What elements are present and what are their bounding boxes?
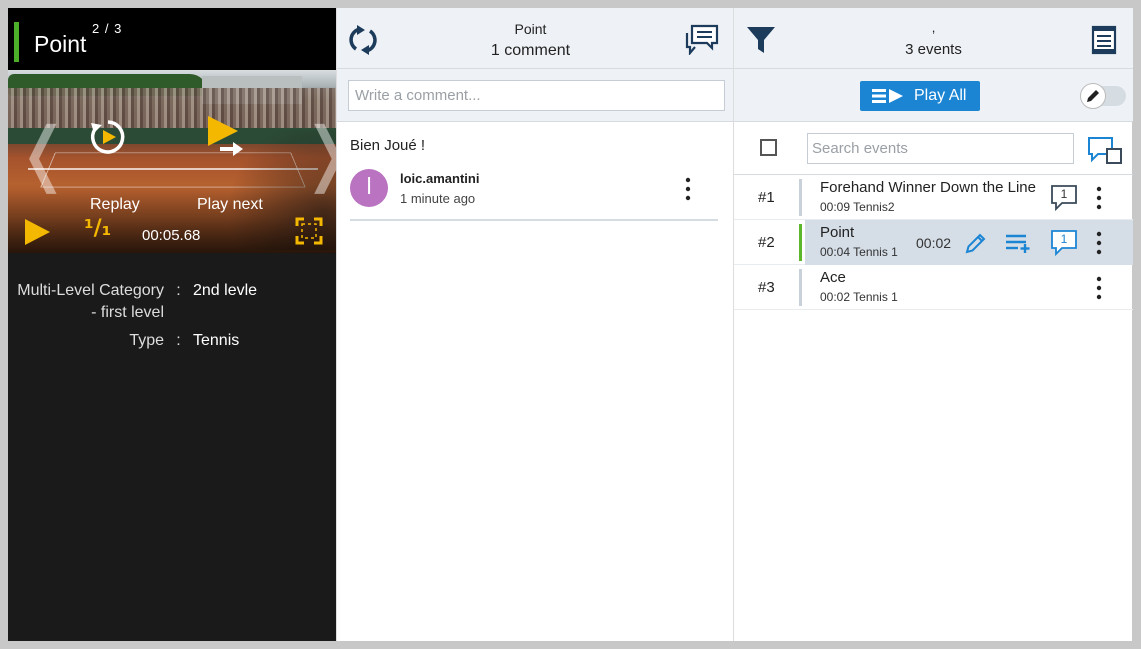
video-player[interactable]: ❬ ❭ Replay Play next ¹/₁ 00:05.68 bbox=[8, 70, 336, 253]
filter-summary: , bbox=[931, 20, 936, 35]
events-header: , 3 events bbox=[734, 8, 1133, 69]
metadata-key: Type bbox=[129, 332, 164, 349]
search-zone bbox=[734, 122, 1133, 175]
metadata-row: Type : Tennis bbox=[8, 330, 336, 352]
more-icon[interactable] bbox=[1092, 230, 1106, 256]
event-color-bar bbox=[799, 179, 802, 216]
player-panel: Point 2 / 3 ❬ ❭ Replay Play next ¹/₁ 00:… bbox=[8, 8, 336, 641]
comments-event-title: Point bbox=[514, 21, 547, 37]
comments-header: Point 1 comment bbox=[337, 8, 734, 69]
event-color-bar bbox=[799, 269, 802, 306]
avatar: l bbox=[350, 169, 388, 207]
metadata-value: Tennis bbox=[193, 332, 240, 349]
comments-count: 1 comment bbox=[490, 42, 571, 59]
event-duration: 00:02 bbox=[916, 235, 952, 251]
select-all-checkbox[interactable] bbox=[760, 139, 777, 156]
event-body[interactable]: Forehand Winner Down the Line 00:09 Tenn… bbox=[805, 175, 1133, 220]
comment-text: Bien Joué ! bbox=[350, 137, 426, 154]
event-title: Point bbox=[34, 31, 87, 57]
replay-icon[interactable] bbox=[88, 117, 128, 157]
event-number: #1 bbox=[758, 189, 775, 206]
fullscreen-icon[interactable] bbox=[295, 217, 323, 245]
more-icon[interactable] bbox=[1092, 275, 1106, 301]
multi-comment-icon[interactable] bbox=[1086, 135, 1124, 167]
event-row[interactable]: #2 Point 00:04 Tennis 1 00:02 1 bbox=[734, 220, 1133, 265]
comment-icon[interactable] bbox=[1050, 229, 1078, 257]
comment-input-zone bbox=[337, 69, 734, 122]
play-next-label[interactable]: Play next bbox=[197, 196, 263, 214]
playback-speed[interactable]: ¹/₁ bbox=[84, 216, 111, 241]
more-icon[interactable] bbox=[1092, 185, 1106, 211]
add-to-list-icon[interactable] bbox=[1005, 232, 1031, 254]
play-all-button[interactable]: Play All bbox=[860, 81, 980, 111]
category-color-bar bbox=[14, 22, 19, 62]
events-panel: , 3 events Play All Search events #1 For… bbox=[733, 8, 1133, 641]
list-icon[interactable] bbox=[1091, 25, 1117, 55]
play-all-label: Play All bbox=[914, 87, 967, 104]
event-row[interactable]: #3 Ace 00:02 Tennis 1 bbox=[734, 265, 1133, 310]
edit-icon[interactable] bbox=[964, 231, 988, 255]
comments-icon[interactable] bbox=[684, 23, 720, 55]
more-icon[interactable] bbox=[680, 176, 696, 202]
replay-label[interactable]: Replay bbox=[90, 196, 140, 214]
previous-event-arrow-icon[interactable]: ❬ bbox=[14, 118, 73, 188]
play-icon[interactable] bbox=[22, 217, 52, 247]
event-title: Point bbox=[820, 224, 855, 241]
toggle-knob bbox=[1080, 83, 1106, 109]
player-header: Point 2 / 3 bbox=[8, 8, 336, 70]
event-body[interactable]: Ace 00:02 Tennis 1 bbox=[805, 265, 1133, 310]
metadata-row: Multi-Level Category - first level : 2nd… bbox=[8, 280, 336, 324]
event-counter: 2 / 3 bbox=[92, 21, 123, 36]
events-count: 3 events bbox=[905, 41, 962, 58]
pencil-icon bbox=[1087, 90, 1099, 102]
comments-panel: Point 1 comment Bien Joué ! l loic.amant… bbox=[336, 8, 734, 641]
metadata-value: 2nd levle bbox=[193, 282, 258, 299]
event-title: Forehand Winner Down the Line bbox=[820, 179, 1036, 196]
event-body[interactable]: Point 00:04 Tennis 1 00:02 1 bbox=[805, 220, 1133, 265]
comment-input[interactable] bbox=[348, 80, 725, 111]
event-number: #3 bbox=[758, 279, 775, 296]
play-next-icon[interactable] bbox=[206, 114, 246, 160]
comment-icon[interactable] bbox=[1050, 184, 1078, 212]
comment-author: loic.amantini bbox=[400, 171, 480, 186]
current-time: 00:05.68 bbox=[142, 227, 201, 244]
metadata-separator: : bbox=[176, 332, 181, 349]
edit-mode-toggle[interactable] bbox=[1080, 83, 1126, 109]
search-input[interactable] bbox=[807, 133, 1074, 164]
event-time-and-type: 00:09 Tennis2 bbox=[820, 200, 895, 214]
comment-divider bbox=[350, 219, 718, 221]
event-title: Ace bbox=[820, 269, 846, 286]
play-all-zone: Play All bbox=[734, 69, 1133, 122]
playlist-play-icon bbox=[872, 89, 903, 103]
event-color-bar bbox=[799, 224, 802, 261]
event-time-and-type: 00:02 Tennis 1 bbox=[820, 290, 898, 304]
comment-timestamp: 1 minute ago bbox=[400, 191, 476, 206]
event-row[interactable]: #1 Forehand Winner Down the Line 00:09 T… bbox=[734, 175, 1133, 220]
metadata-separator: : bbox=[176, 282, 181, 299]
metadata-key: Multi-Level Category - first level bbox=[17, 282, 164, 321]
next-event-arrow-icon[interactable]: ❭ bbox=[298, 118, 336, 188]
event-metadata: Multi-Level Category - first level : 2nd… bbox=[8, 280, 336, 358]
event-time-and-type: 00:04 Tennis 1 bbox=[820, 245, 898, 259]
event-number: #2 bbox=[758, 234, 775, 251]
